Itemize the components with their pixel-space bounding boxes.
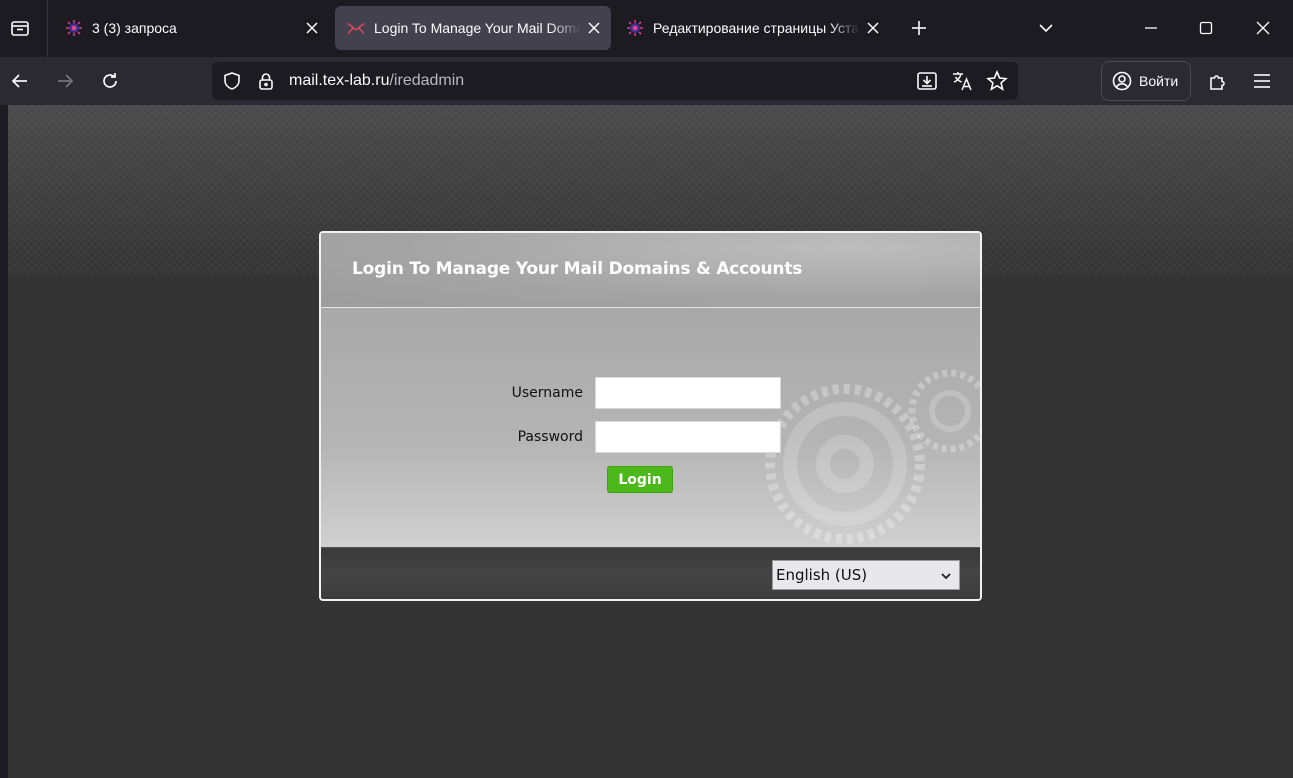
- colorful-bug-icon: [65, 19, 83, 37]
- list-all-tabs-button[interactable]: [1028, 10, 1064, 46]
- login-form: Username Password Login: [321, 309, 980, 547]
- username-row: Username: [321, 377, 781, 409]
- puzzle-icon: [1210, 75, 1225, 90]
- account-signin-button[interactable]: Войти: [1101, 61, 1191, 101]
- tab-title: Login To Manage Your Mail Domains & Acco…: [374, 20, 581, 36]
- account-icon: [1112, 71, 1132, 91]
- password-input[interactable]: [595, 421, 781, 453]
- password-row: Password: [321, 421, 781, 453]
- url-text[interactable]: mail.tex-lab.ru/iredadmin: [289, 72, 464, 90]
- plus-icon: [912, 21, 926, 35]
- app-menu-button[interactable]: [1244, 63, 1280, 99]
- language-selected-value: English (US): [776, 566, 868, 584]
- lock-icon[interactable]: [255, 70, 277, 92]
- tab-list-button[interactable]: [0, 6, 40, 50]
- chevron-down-icon: [1039, 24, 1053, 33]
- maximize-button[interactable]: [1188, 10, 1224, 46]
- page-title: Login To Manage Your Mail Domains & Acco…: [352, 259, 803, 279]
- hamburger-menu-icon: [1254, 74, 1270, 88]
- url-host: mail.tex-lab.ru: [289, 72, 390, 89]
- language-select[interactable]: English (US): [772, 560, 960, 590]
- star-bookmark-icon[interactable]: [986, 70, 1008, 92]
- page-viewport: Login To Manage Your Mail Domains & Acco…: [8, 105, 1293, 778]
- arrow-left-icon: [11, 74, 27, 88]
- forward-button[interactable]: [47, 63, 83, 99]
- back-button[interactable]: [2, 63, 38, 99]
- reload-button[interactable]: [92, 63, 128, 99]
- close-window-button[interactable]: [1245, 10, 1281, 46]
- tab-strip: 3 (3) запроса Login To Manage Your Mail …: [0, 0, 1293, 57]
- new-tab-button[interactable]: [901, 10, 937, 46]
- reload-icon: [103, 73, 117, 88]
- close-tab-icon[interactable]: [299, 15, 325, 41]
- tab-1[interactable]: 3 (3) запроса: [53, 6, 329, 50]
- tab-3[interactable]: Редактирование страницы Установка: [614, 6, 890, 50]
- username-input[interactable]: [595, 377, 781, 409]
- shield-icon[interactable]: [221, 70, 243, 92]
- close-tab-icon[interactable]: [860, 15, 886, 41]
- tab-title: Редактирование страницы Установка: [653, 20, 860, 36]
- url-path: /iredadmin: [389, 72, 465, 89]
- tab-divider: [47, 0, 48, 57]
- signin-label: Войти: [1139, 73, 1179, 89]
- login-panel: Login To Manage Your Mail Domains & Acco…: [319, 231, 982, 601]
- password-label: Password: [517, 429, 583, 445]
- tab-2-active[interactable]: Login To Manage Your Mail Domains & Acco…: [335, 6, 611, 50]
- tab-list-icon: [11, 21, 29, 36]
- login-button[interactable]: Login: [607, 466, 673, 493]
- gears-decoration-icon: [765, 369, 980, 544]
- arrow-right-icon: [58, 74, 74, 88]
- close-icon: [1256, 21, 1270, 35]
- navigation-toolbar: mail.tex-lab.ru/iredadmin Войти: [0, 57, 1293, 105]
- colorful-bug-icon: [626, 19, 644, 37]
- chevron-down-icon: [941, 573, 951, 580]
- close-tab-icon[interactable]: [581, 15, 607, 41]
- minimize-button[interactable]: [1133, 10, 1169, 46]
- tab-title: 3 (3) запроса: [92, 20, 177, 36]
- url-bar[interactable]: mail.tex-lab.ru/iredadmin: [212, 62, 1018, 100]
- login-panel-footer: English (US): [321, 547, 980, 599]
- login-panel-header: Login To Manage Your Mail Domains & Acco…: [321, 233, 980, 308]
- username-label: Username: [511, 385, 583, 401]
- translate-icon[interactable]: [951, 70, 973, 92]
- minimize-icon: [1145, 27, 1157, 29]
- extensions-button[interactable]: [1200, 63, 1236, 99]
- maximize-icon: [1199, 21, 1213, 35]
- iredmail-envelope-icon: [347, 19, 365, 37]
- download-icon[interactable]: [916, 70, 938, 92]
